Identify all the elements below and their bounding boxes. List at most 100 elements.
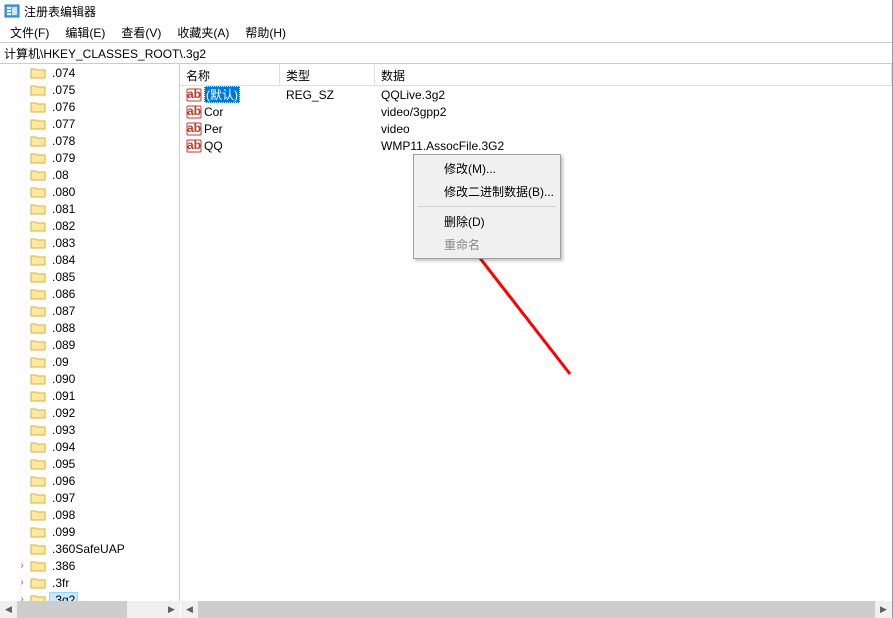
tree-item[interactable]: .081: [0, 200, 179, 217]
tree-item-label: .360SafeUAP: [50, 542, 127, 556]
list-row[interactable]: abPervideo: [180, 120, 892, 137]
tree-item-label: .079: [50, 151, 77, 165]
list-row[interactable]: abQQWMP11.AssocFile.3G2: [180, 137, 892, 154]
folder-icon: [30, 253, 46, 267]
list-hscrollbar[interactable]: ◀ ▶: [181, 601, 892, 618]
tree-item[interactable]: .076: [0, 98, 179, 115]
scroll-thumb[interactable]: [198, 601, 875, 618]
menu-separator: [418, 206, 556, 207]
menu-help[interactable]: 帮助(H): [237, 22, 294, 43]
col-header-type[interactable]: 类型: [280, 64, 375, 85]
menu-file[interactable]: 文件(F): [2, 22, 57, 43]
tree-item-label: .084: [50, 253, 77, 267]
tree-item[interactable]: .091: [0, 387, 179, 404]
scroll-left-button[interactable]: ◀: [0, 601, 17, 618]
list-body: ab(默认)REG_SZQQLive.3g2abCorvideo/3gpp2ab…: [180, 86, 892, 154]
tree-item-label: .094: [50, 440, 77, 454]
list-pane[interactable]: 名称 类型 数据 ab(默认)REG_SZQQLive.3g2abCorvide…: [180, 64, 892, 601]
tree-item[interactable]: .083: [0, 234, 179, 251]
tree-item-label: .386: [50, 559, 77, 573]
tree-item[interactable]: .099: [0, 523, 179, 540]
tree-item-label: .098: [50, 508, 77, 522]
tree-item-label: .092: [50, 406, 77, 420]
tree-item-label: .082: [50, 219, 77, 233]
folder-icon: [30, 593, 46, 602]
tree-item[interactable]: .095: [0, 455, 179, 472]
folder-icon: [30, 151, 46, 165]
folder-icon: [30, 372, 46, 386]
menu-edit[interactable]: 编辑(E): [57, 22, 113, 43]
cell-data: QQLive.3g2: [375, 88, 892, 102]
tree-item-label: .075: [50, 83, 77, 97]
folder-icon: [30, 100, 46, 114]
tree-item[interactable]: .086: [0, 285, 179, 302]
tree-item[interactable]: .079: [0, 149, 179, 166]
tree-item[interactable]: .080: [0, 183, 179, 200]
menu-favorites[interactable]: 收藏夹(A): [169, 22, 237, 43]
tree-item[interactable]: › .386: [0, 557, 179, 574]
expander-icon[interactable]: ›: [16, 594, 28, 601]
tree-item[interactable]: .097: [0, 489, 179, 506]
tree-item[interactable]: .360SafeUAP: [0, 540, 179, 557]
address-bar[interactable]: 计算机\HKEY_CLASSES_ROOT\.3g2: [0, 42, 892, 64]
menu-item-rename[interactable]: 重命名: [416, 233, 558, 256]
tree-item[interactable]: .085: [0, 268, 179, 285]
app-icon: [4, 3, 20, 19]
list-row[interactable]: ab(默认)REG_SZQQLive.3g2: [180, 86, 892, 103]
tree-item[interactable]: .077: [0, 115, 179, 132]
title-bar: 注册表编辑器: [0, 0, 892, 22]
col-header-data[interactable]: 数据: [375, 64, 892, 85]
tree-item[interactable]: .090: [0, 370, 179, 387]
tree-hscrollbar[interactable]: ◀ ▶: [0, 601, 180, 618]
tree-item[interactable]: .078: [0, 132, 179, 149]
tree-item[interactable]: .084: [0, 251, 179, 268]
tree-item[interactable]: .075: [0, 81, 179, 98]
expander-icon[interactable]: ›: [16, 577, 28, 588]
tree-item[interactable]: .094: [0, 438, 179, 455]
scroll-right-button[interactable]: ▶: [163, 601, 180, 618]
tree-item[interactable]: .082: [0, 217, 179, 234]
tree-item[interactable]: .09: [0, 353, 179, 370]
cell-name: abCor: [180, 104, 280, 120]
menu-view[interactable]: 查看(V): [113, 22, 169, 43]
cell-name: ab(默认): [180, 86, 280, 103]
menu-item-delete[interactable]: 删除(D): [416, 210, 558, 233]
folder-icon: [30, 287, 46, 301]
tree-item[interactable]: .096: [0, 472, 179, 489]
tree-item[interactable]: .088: [0, 319, 179, 336]
col-header-name[interactable]: 名称: [180, 64, 280, 85]
tree-item[interactable]: .093: [0, 421, 179, 438]
tree-item[interactable]: .089: [0, 336, 179, 353]
tree-item[interactable]: .08: [0, 166, 179, 183]
list-row[interactable]: abCorvideo/3gpp2: [180, 103, 892, 120]
folder-icon: [30, 338, 46, 352]
scroll-thumb[interactable]: [17, 601, 127, 618]
string-value-icon: ab: [186, 104, 202, 120]
scroll-track[interactable]: [17, 601, 163, 618]
folder-icon: [30, 423, 46, 437]
tree-item-label: .090: [50, 372, 77, 386]
list-header: 名称 类型 数据: [180, 64, 892, 86]
tree-item[interactable]: .098: [0, 506, 179, 523]
tree-item[interactable]: .087: [0, 302, 179, 319]
scroll-track[interactable]: [198, 601, 875, 618]
scroll-right-button[interactable]: ▶: [875, 601, 892, 618]
string-value-icon: ab: [186, 121, 202, 137]
folder-icon: [30, 270, 46, 284]
folder-icon: [30, 542, 46, 556]
tree-item[interactable]: ›.3g2: [0, 591, 179, 601]
menu-item-modify-binary[interactable]: 修改二进制数据(B)...: [416, 180, 558, 203]
tree-item[interactable]: .074: [0, 64, 179, 81]
tree-item[interactable]: ›.3fr: [0, 574, 179, 591]
tree-item[interactable]: .092: [0, 404, 179, 421]
tree-item-label: .076: [50, 100, 77, 114]
tree-pane[interactable]: .074 .075 .076.077.078 .079.08.080.081 .082.…: [0, 64, 180, 601]
folder-icon: [30, 219, 46, 233]
scroll-left-button[interactable]: ◀: [181, 601, 198, 618]
menu-item-modify[interactable]: 修改(M)...: [416, 157, 558, 180]
content-area: .074 .075 .076.077.078 .079.08.080.081 .082.…: [0, 64, 892, 601]
string-value-icon: ab: [186, 138, 202, 154]
expander-icon[interactable]: ›: [16, 560, 28, 571]
address-text: 计算机\HKEY_CLASSES_ROOT\.3g2: [4, 45, 206, 62]
svg-text:ab: ab: [187, 138, 201, 152]
